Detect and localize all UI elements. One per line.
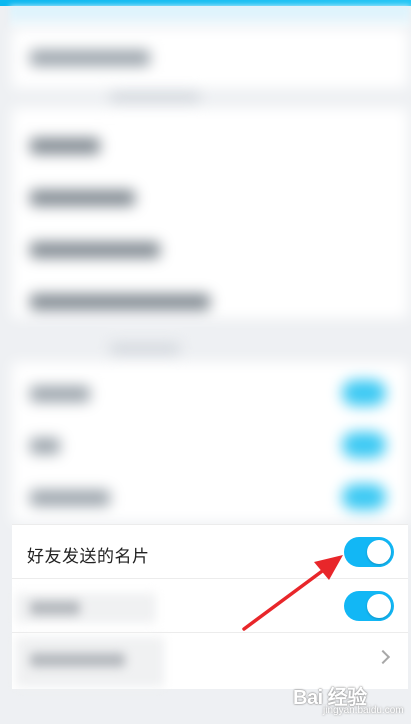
blurred-text <box>30 294 210 310</box>
blurred-row-toggle[interactable] <box>344 591 394 621</box>
setting-row-friend-card[interactable]: 好友发送的名片 <box>12 524 408 579</box>
setting-row-blurred-1[interactable] <box>12 578 408 633</box>
toggle-knob <box>367 594 391 618</box>
baidu-watermark: Bai 经验 jingyan.baidu.com <box>293 678 405 720</box>
blurred-settings-region <box>0 18 411 523</box>
blurred-text <box>30 438 60 454</box>
blurred-toggle <box>342 484 386 510</box>
blurred-text <box>30 50 150 66</box>
watermark-subtext: jingyan.baidu.com <box>323 705 404 716</box>
blurred-text <box>30 490 110 506</box>
blurred-text <box>30 653 125 667</box>
chevron-right-icon <box>375 649 391 665</box>
blurred-toggle <box>342 432 386 458</box>
toggle-knob <box>367 540 391 564</box>
blurred-card-top <box>12 28 408 88</box>
blurred-text <box>30 190 135 206</box>
blurred-card-lower <box>12 362 408 522</box>
blurred-text <box>30 242 160 258</box>
blurred-card-middle <box>12 108 408 318</box>
blurred-section-label <box>110 92 200 102</box>
blurred-text <box>30 601 80 615</box>
friend-card-toggle[interactable] <box>344 537 394 567</box>
blurred-text <box>30 386 90 402</box>
setting-row-label: 好友发送的名片 <box>27 547 150 566</box>
blurred-section-label <box>110 344 180 354</box>
blurred-text <box>30 138 100 154</box>
blurred-toggle <box>342 380 386 406</box>
